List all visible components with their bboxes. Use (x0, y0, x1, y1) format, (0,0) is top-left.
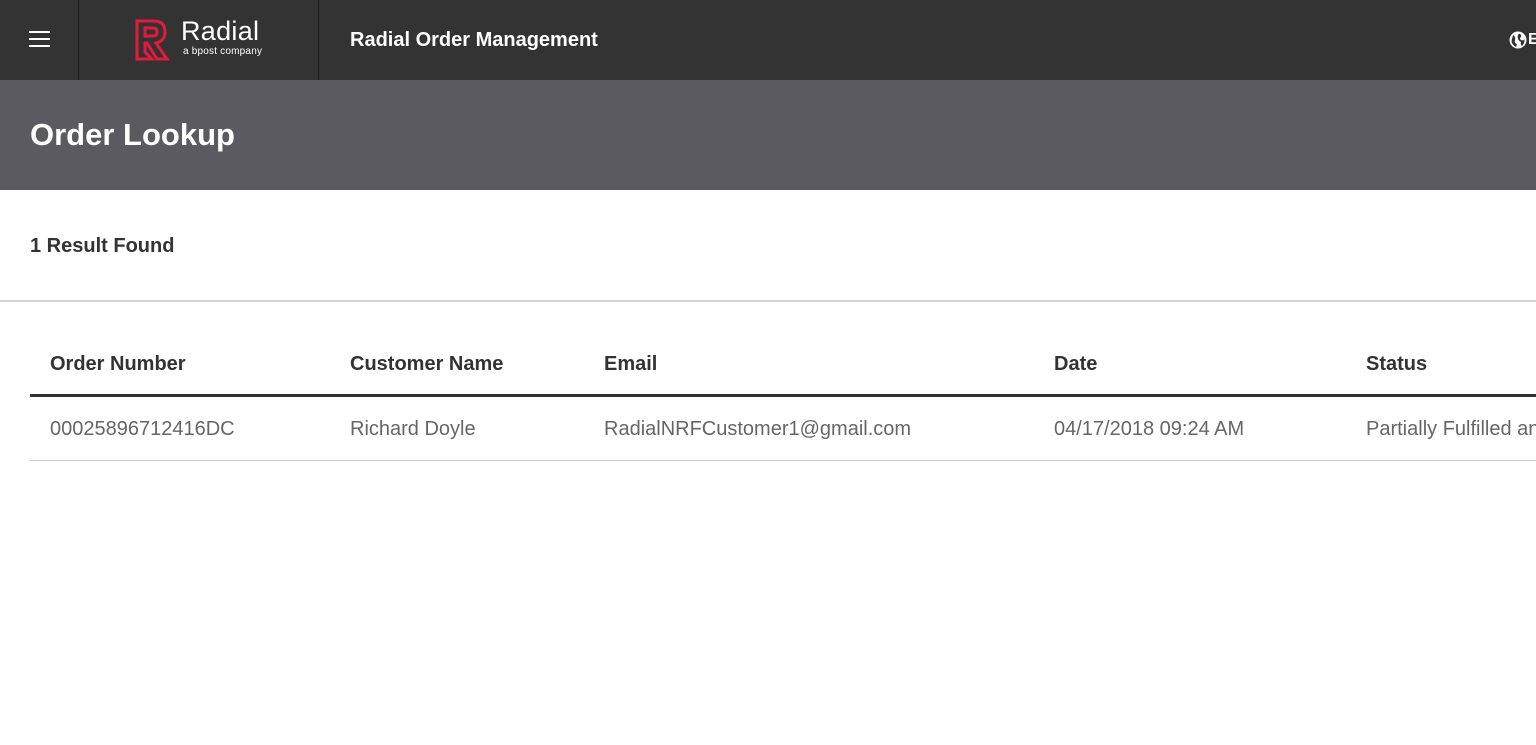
page-title: Order Lookup (30, 117, 235, 152)
brand-tagline: a bpost company (183, 46, 263, 57)
column-header-date[interactable]: Date (1054, 352, 1097, 376)
result-count: 1 Result Found (30, 235, 175, 257)
date-cell: 04/17/2018 09:24 AM (1054, 418, 1245, 440)
column-header-email[interactable]: Email (604, 352, 657, 376)
app-title: Radial Order Management (350, 29, 598, 51)
globe-icon[interactable] (1509, 31, 1527, 54)
results-table: Order Number Customer Name Email Date St… (30, 330, 1536, 461)
main-menu-button[interactable] (0, 0, 79, 80)
status-cell: Partially Fulfilled and Shipped (1366, 418, 1536, 440)
column-header-status[interactable]: Status (1366, 352, 1427, 376)
table-header-row: Order Number Customer Name Email Date St… (30, 330, 1536, 397)
table-row[interactable]: 00025896712416DC Richard Doyle RadialNRF… (30, 397, 1536, 461)
column-header-order-number[interactable]: Order Number (50, 352, 186, 376)
page-header: Order Lookup (0, 80, 1536, 190)
email-cell: RadialNRFCustomer1@gmail.com (604, 418, 912, 440)
column-header-customer-name[interactable]: Customer Name (350, 352, 503, 376)
order-number-cell[interactable]: 00025896712416DC (50, 417, 235, 441)
language-selector[interactable]: E (1528, 30, 1536, 50)
section-divider (0, 300, 1536, 302)
top-navigation-bar: Radial a bpost company Radial Order Mana… (0, 0, 1536, 80)
radial-logo-icon (134, 19, 170, 66)
brand-logo[interactable]: Radial a bpost company (80, 0, 319, 80)
brand-name: Radial (181, 16, 260, 46)
customer-name-cell: Richard Doyle (350, 418, 476, 440)
